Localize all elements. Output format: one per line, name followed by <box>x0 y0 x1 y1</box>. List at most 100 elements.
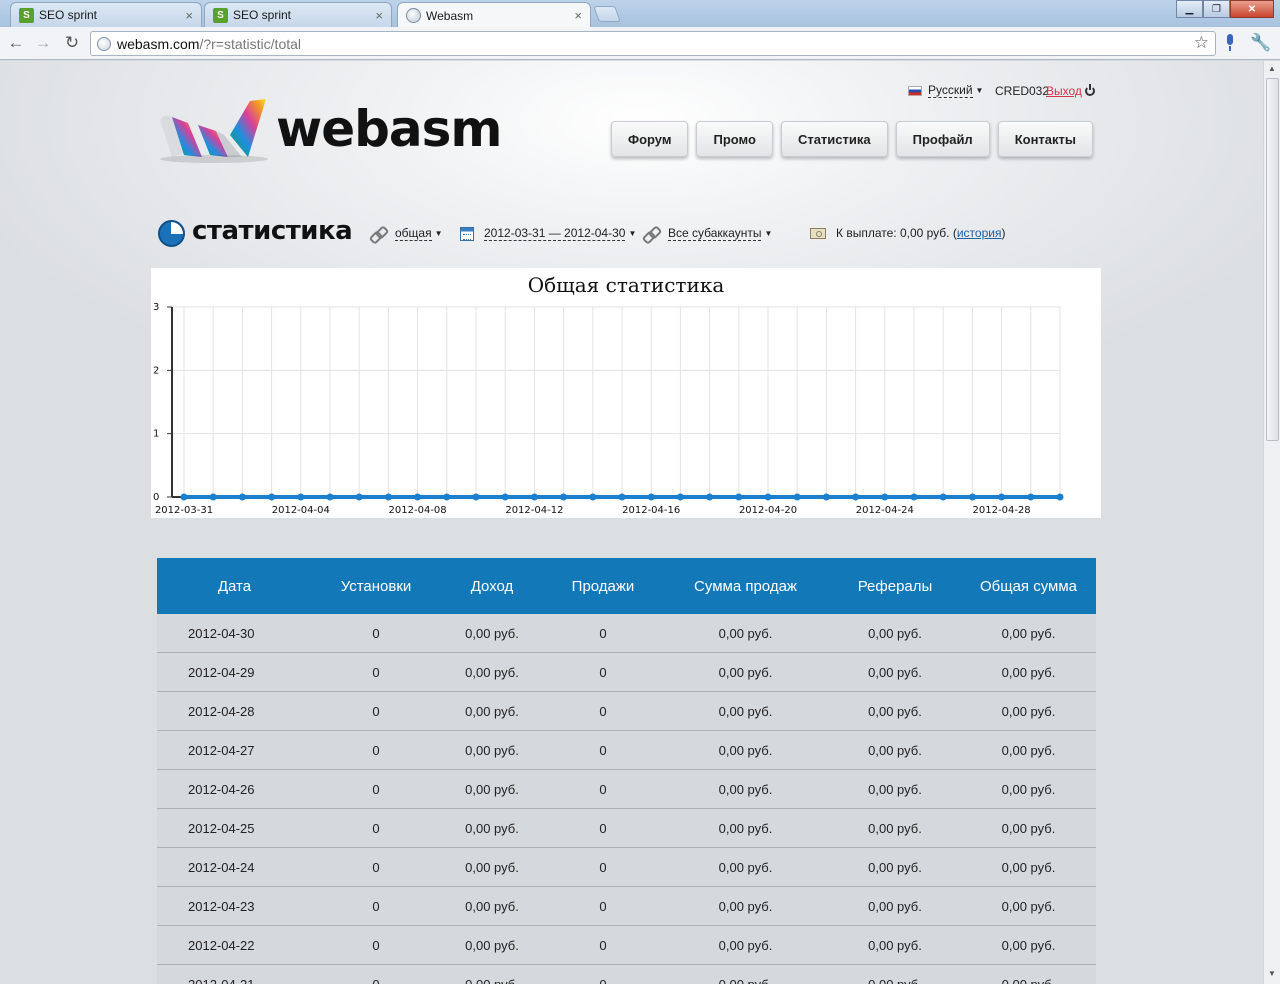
close-icon[interactable]: × <box>375 8 383 23</box>
chart-data-point <box>180 493 188 501</box>
total-cell: 0,00 руб. <box>1001 703 1056 719</box>
url-path: /?r=statistic/total <box>199 35 302 52</box>
column-header[interactable]: Дата <box>157 578 312 595</box>
sales-sum-cell: 0,00 руб. <box>718 664 773 680</box>
pie-chart-icon <box>158 220 185 247</box>
column-header[interactable]: Доход <box>440 578 544 595</box>
seo-sprint-favicon-icon: S <box>213 7 228 23</box>
link-icon <box>643 227 659 241</box>
sales-cell: 0 <box>599 781 607 797</box>
installs-cell: 0 <box>372 742 380 758</box>
nav-profile[interactable]: Профайл <box>895 121 990 157</box>
chevron-down-icon: ▼ <box>628 229 637 238</box>
chevron-down-icon: ▼ <box>975 86 984 95</box>
column-header[interactable]: Сумма продаж <box>662 578 829 595</box>
total-cell: 0,00 руб. <box>1001 976 1056 984</box>
table-row: 2012-04-30 0 0,00 руб. 0 0,00 руб. 0,00 руб. 0… <box>157 614 1096 653</box>
stats-filter-bar: статистика общая ▼ 2012-03-31 — 2012-04-… <box>158 216 1058 249</box>
power-icon[interactable] <box>1085 84 1095 96</box>
column-header[interactable]: Установки <box>312 578 440 595</box>
username: CRED032 <box>995 84 1050 98</box>
chart-data-point <box>881 493 889 501</box>
chart-x-tick-label: 2012-03-31 <box>155 505 213 516</box>
date-cell: 2012-04-23 <box>188 898 255 914</box>
restore-icon[interactable]: ❐ <box>1203 0 1230 18</box>
date-range-picker[interactable]: 2012-03-31 — 2012-04-30 ▼ <box>460 226 636 241</box>
chart-data-point <box>297 493 305 501</box>
installs-cell: 0 <box>372 859 380 875</box>
nav-promo[interactable]: Промо <box>696 121 773 157</box>
address-bar[interactable]: webasm.com/?r=statistic/total ☆ <box>90 31 1216 56</box>
payout-history-link[interactable]: история <box>957 226 1002 240</box>
income-cell: 0,00 руб. <box>465 664 519 680</box>
back-arrow-icon[interactable]: ← <box>5 33 27 53</box>
installs-cell: 0 <box>372 937 380 953</box>
sales-sum-cell: 0,00 руб. <box>718 742 773 758</box>
nav-contacts[interactable]: Контакты <box>997 121 1094 157</box>
chart-y-tick-label: 3 <box>153 302 159 313</box>
forward-arrow-icon[interactable]: → <box>32 33 54 53</box>
chart-data-point <box>589 493 597 501</box>
language-selector[interactable]: Русский ▼ <box>908 83 983 98</box>
income-cell: 0,00 руб. <box>465 859 519 875</box>
referrals-cell: 0,00 руб. <box>868 703 922 719</box>
vertical-scrollbar[interactable]: ▲ ▼ <box>1263 61 1280 984</box>
total-cell: 0,00 руб. <box>1001 859 1056 875</box>
date-cell: 2012-04-22 <box>188 937 255 953</box>
sales-cell: 0 <box>599 820 607 836</box>
statistics-chart: Общая статистика 0 1 2 3 2012-03-31 2012-04-0… <box>151 268 1101 518</box>
chart-y-tick-label: 0 <box>153 492 159 503</box>
minimize-icon[interactable]: ▁ <box>1176 0 1203 18</box>
date-cell: 2012-04-25 <box>188 820 255 836</box>
chart-data-point <box>676 493 684 501</box>
reload-icon[interactable]: ↻ <box>61 33 83 53</box>
scroll-down-icon[interactable]: ▼ <box>1264 966 1280 982</box>
table-row: 2012-04-27 0 0,00 руб. 0 0,00 руб. 0,00 руб. 0… <box>157 731 1096 770</box>
scrollbar-thumb[interactable] <box>1266 78 1279 441</box>
browser-tab-active[interactable]: Webasm × <box>397 2 591 28</box>
income-cell: 0,00 руб. <box>465 742 519 758</box>
chart-svg: Общая статистика 0 1 2 3 2012-03-31 2012-04-0… <box>153 273 1064 516</box>
tab-strip: S SEO sprint × S SEO sprint × Webasm × ▁… <box>0 0 1280 28</box>
referrals-cell: 0,00 руб. <box>868 820 922 836</box>
column-header[interactable]: Рефералы <box>829 578 961 595</box>
nav-forum[interactable]: Форум <box>611 121 689 157</box>
microphone-icon[interactable] <box>1224 34 1236 52</box>
sales-sum-cell: 0,00 руб. <box>718 898 773 914</box>
sales-sum-cell: 0,00 руб. <box>718 781 773 797</box>
sales-cell: 0 <box>599 625 607 641</box>
column-header[interactable]: Продажи <box>544 578 662 595</box>
payout-info: К выплате: 0,00 руб. (история) <box>810 226 1005 240</box>
date-range-value: 2012-03-31 — 2012-04-30 <box>484 226 626 241</box>
table-body: 2012-04-30 0 0,00 руб. 0 0,00 руб. 0,00 руб. 0… <box>157 614 1096 984</box>
webasm-logo[interactable]: webasm <box>158 95 503 167</box>
new-tab-button[interactable] <box>593 6 621 22</box>
chart-data-point <box>735 493 743 501</box>
total-cell: 0,00 руб. <box>1001 625 1056 641</box>
wrench-icon[interactable]: 🔧 <box>1250 33 1271 53</box>
payout-label: К выплате: 0,00 руб. ( <box>836 226 957 240</box>
window-close-icon[interactable]: ✕ <box>1230 0 1274 18</box>
browser-tab[interactable]: S SEO sprint × <box>204 2 392 27</box>
chart-data-point <box>560 493 568 501</box>
language-label: Русский <box>928 83 973 98</box>
page-info-icon[interactable] <box>97 36 111 51</box>
income-cell: 0,00 руб. <box>465 898 519 914</box>
referrals-cell: 0,00 руб. <box>868 664 922 680</box>
chart-title: Общая статистика <box>528 273 725 297</box>
chart-data-point <box>647 493 655 501</box>
scroll-up-icon[interactable]: ▲ <box>1264 61 1280 77</box>
stat-type-value: общая <box>395 226 432 241</box>
bookmark-star-icon[interactable]: ☆ <box>1194 33 1209 53</box>
close-icon[interactable]: × <box>185 8 193 23</box>
stat-type-dropdown[interactable]: общая ▼ <box>370 226 443 241</box>
logout-link[interactable]: Выход <box>1046 84 1082 98</box>
nav-statistics[interactable]: Статистика <box>780 121 888 157</box>
subaccount-dropdown[interactable]: Все субаккаунты ▼ <box>643 226 772 241</box>
logo-mark-icon <box>160 99 268 163</box>
close-icon[interactable]: × <box>574 8 582 23</box>
sales-cell: 0 <box>599 898 607 914</box>
chart-data-point <box>822 493 830 501</box>
browser-tab[interactable]: S SEO sprint × <box>10 2 202 27</box>
column-header[interactable]: Общая сумма <box>961 578 1096 595</box>
